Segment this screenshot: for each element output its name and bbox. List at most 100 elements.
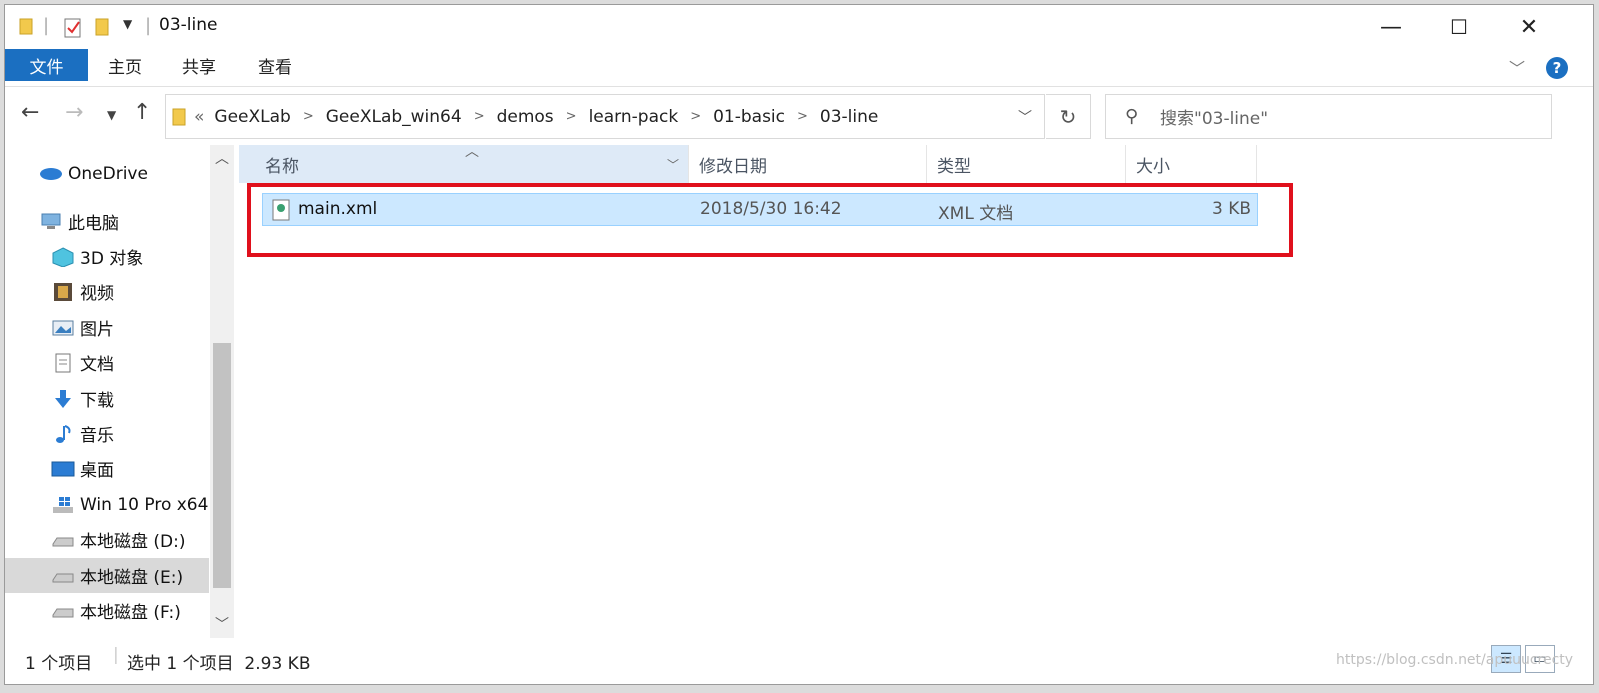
help-icon[interactable]: ? [1546, 57, 1568, 79]
watermark: https://blog.csdn.net/apuuucrecty [1336, 652, 1574, 668]
up-button[interactable]: ↑ [133, 100, 151, 125]
drive-icon [52, 608, 74, 617]
column-header-label: 类型 [937, 156, 971, 177]
tab-home[interactable]: 主页 [97, 49, 153, 81]
desktop-icon [51, 461, 75, 476]
divider: | [145, 15, 152, 36]
refresh-button[interactable]: ↻ [1046, 94, 1091, 139]
scroll-thumb[interactable] [213, 343, 231, 588]
chevron-right-icon[interactable]: > [797, 109, 808, 124]
breadcrumb-03-line[interactable]: 03-line [820, 107, 878, 127]
drive-icon [52, 537, 74, 546]
document-icon [55, 353, 71, 372]
nav-item-label: 音乐 [80, 426, 114, 446]
nav-item-desktop[interactable]: 桌面 [5, 451, 209, 486]
nav-item-label: 桌面 [80, 461, 114, 481]
red-annotation-box [247, 183, 1293, 257]
scroll-down-icon[interactable]: ﹀ [210, 613, 234, 637]
column-header-type[interactable]: 类型 [927, 145, 1126, 183]
column-header-name[interactable]: 名称 ︿ ﹀ [239, 144, 689, 183]
breadcrumb-01-basic[interactable]: 01-basic [713, 107, 785, 127]
maximize-button[interactable]: ☐ [1425, 5, 1493, 49]
chevron-right-icon[interactable]: > [474, 109, 485, 124]
close-button[interactable]: ✕ [1495, 5, 1563, 49]
file-list-pane: 名称 ︿ ﹀ 修改日期 类型 大小 main.xml 2018/5/30 16:… [239, 144, 1589, 638]
nav-item-label: 此电脑 [68, 214, 119, 234]
scroll-up-icon[interactable]: ︿ [210, 147, 234, 171]
breadcrumb-demos[interactable]: demos [497, 107, 554, 127]
breadcrumb-geexlab-win64[interactable]: GeeXLab_win64 [326, 107, 462, 127]
tab-view[interactable]: 查看 [247, 49, 303, 81]
divider: | [43, 15, 50, 36]
ribbon: 文件 主页 共享 查看 ﹀ [5, 49, 1593, 87]
chevron-right-icon[interactable]: > [303, 109, 314, 124]
nav-item-drive-f[interactable]: 本地磁盘 (F:) [5, 593, 209, 628]
nav-item-videos[interactable]: 视频 [5, 274, 209, 309]
recent-locations-icon[interactable]: ▼ [107, 108, 116, 122]
cloud-icon [40, 167, 62, 180]
nav-item-onedrive[interactable]: OneDrive [5, 156, 209, 191]
expand-ribbon-icon[interactable]: ﹀ [1509, 55, 1525, 79]
chevron-right-icon[interactable]: > [690, 109, 701, 124]
nav-item-documents[interactable]: 文档 [5, 345, 209, 380]
breadcrumb-overflow[interactable]: « [194, 107, 204, 127]
column-header-modified[interactable]: 修改日期 [689, 145, 927, 183]
divider: | [113, 645, 119, 665]
navigation-pane: OneDrive 此电脑 3D 对象 视频 图片 文档 下载 音乐 桌面 Win… [5, 145, 235, 638]
nav-item-downloads[interactable]: 下载 [5, 381, 209, 416]
nav-item-pictures[interactable]: 图片 [5, 310, 209, 345]
search-icon: ⚲ [1125, 106, 1139, 127]
nav-item-windows-drive[interactable]: Win 10 Pro x64 [5, 487, 209, 522]
column-header-label: 修改日期 [699, 156, 767, 177]
breadcrumb-geexlab[interactable]: GeeXLab [214, 107, 290, 127]
tab-share[interactable]: 共享 [171, 49, 227, 81]
nav-item-label: 本地磁盘 (F:) [80, 603, 181, 623]
nav-item-music[interactable]: 音乐 [5, 416, 209, 451]
address-bar[interactable]: « GeeXLab > GeeXLab_win64 > demos > lear… [165, 94, 1045, 139]
nav-item-label: 本地磁盘 (E:) [80, 568, 184, 588]
chevron-right-icon[interactable]: > [566, 109, 577, 124]
nav-item-drive-d[interactable]: 本地磁盘 (D:) [5, 522, 209, 557]
minimize-button[interactable]: — [1357, 5, 1425, 49]
music-note-icon [56, 424, 71, 443]
address-history-dropdown-icon[interactable]: ﹀ [1018, 107, 1032, 127]
windows-drive-icon [53, 496, 73, 513]
column-header-label: 名称 [265, 156, 299, 177]
drive-icon [52, 573, 74, 582]
computer-icon [41, 213, 61, 229]
window-title: 03-line [159, 15, 218, 35]
nav-item-drive-e[interactable]: 本地磁盘 (E:) [5, 558, 209, 593]
breadcrumb-learn-pack[interactable]: learn-pack [589, 107, 679, 127]
quick-access-dropdown-icon[interactable]: ▼ [123, 17, 132, 31]
column-header-label: 大小 [1136, 156, 1170, 177]
download-arrow-icon [55, 389, 71, 408]
address-row: ← → ▼ ↑ « GeeXLab > GeeXLab_win64 > demo… [5, 88, 1593, 140]
nav-item-label: Win 10 Pro x64 [80, 494, 209, 515]
column-dropdown-icon[interactable]: ﹀ [667, 156, 679, 173]
new-folder-icon[interactable] [95, 17, 109, 37]
back-button[interactable]: ← [21, 100, 39, 125]
nav-item-label: 下载 [80, 391, 114, 411]
nav-item-label: 视频 [80, 284, 114, 304]
refresh-icon: ↻ [1059, 104, 1077, 129]
film-icon [54, 282, 72, 301]
nav-item-label: 文档 [80, 355, 114, 375]
properties-icon[interactable] [63, 17, 83, 39]
navigation-scrollbar[interactable]: ︿ ﹀ [210, 145, 234, 638]
column-header-size[interactable]: 大小 [1126, 145, 1257, 183]
nav-item-label: OneDrive [68, 163, 148, 184]
nav-item-label: 本地磁盘 (D:) [80, 532, 186, 552]
image-icon [52, 320, 74, 335]
sort-ascending-icon: ︿ [465, 144, 479, 160]
search-input[interactable]: 搜索"03-line" [1105, 94, 1552, 139]
cube-icon [52, 246, 74, 267]
tab-file[interactable]: 文件 [5, 49, 88, 81]
nav-item-label: 3D 对象 [80, 249, 144, 269]
title-bar: | ▼ | 03-line — ☐ ✕ [5, 5, 1593, 49]
nav-item-this-pc[interactable]: 此电脑 [5, 204, 209, 239]
item-count: 1 个项目 [25, 654, 93, 674]
folder-icon [172, 108, 186, 125]
selection-info: 选中 1 个项目 2.93 KB [127, 654, 311, 674]
forward-button[interactable]: → [65, 100, 83, 125]
nav-item-3d-objects[interactable]: 3D 对象 [5, 239, 209, 274]
